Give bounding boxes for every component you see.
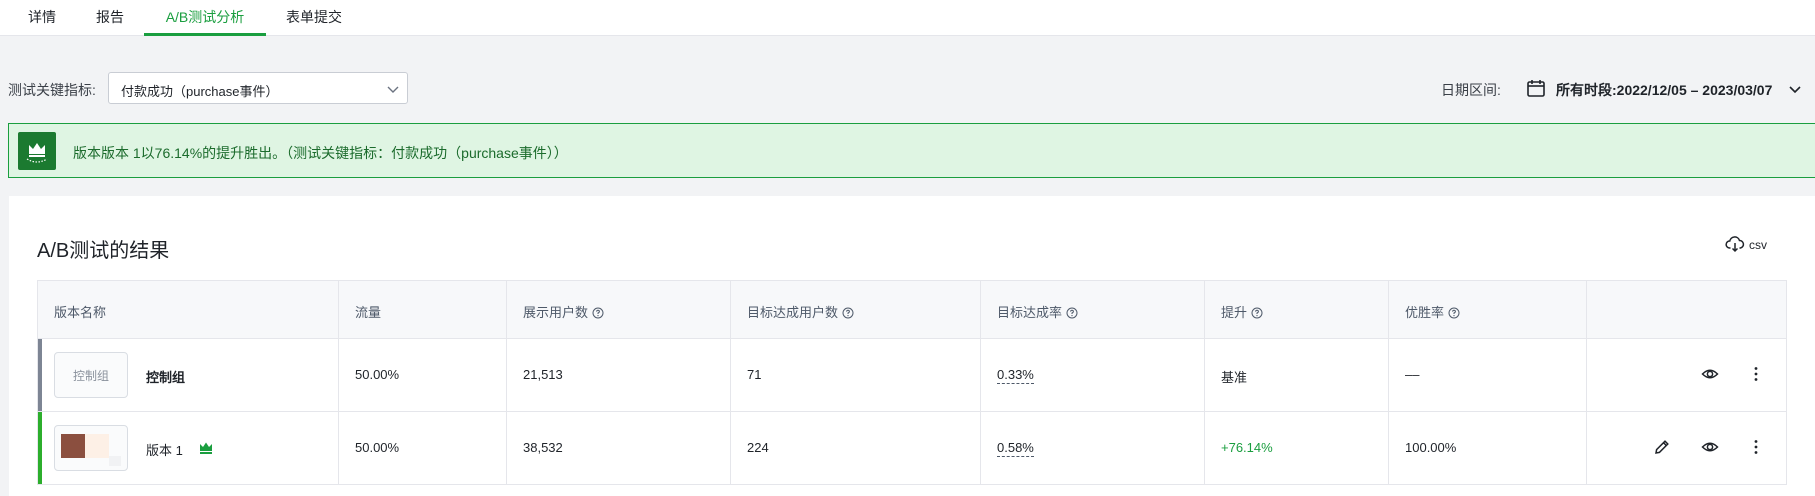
metric-select[interactable]: 付款成功（purchase事件） bbox=[108, 72, 408, 104]
win-rate-cell: 100.00% bbox=[1388, 412, 1586, 484]
column-header-exposed-users: 展示用户数 bbox=[506, 281, 730, 338]
results-title: A/B测试的结果 bbox=[37, 240, 170, 262]
column-header-goal-users: 目标达成用户数 bbox=[730, 281, 980, 338]
metric-select-value: 付款成功（purchase事件） bbox=[121, 84, 279, 99]
lift-cell: 基准 bbox=[1204, 339, 1388, 411]
winner-banner: 版本版本 1以76.14%的提升胜出。（测试关键指标：付款成功（purchase… bbox=[8, 123, 1815, 178]
date-range-value[interactable]: 所有时段:2022/12/05 – 2023/03/07 bbox=[1556, 80, 1772, 100]
table-row: 控制组 控制组 50.00% 21,513 71 0.33% 基准 –– bbox=[38, 339, 1786, 412]
tab-bar: 详情 报告 A/B测试分析 表单提交 bbox=[0, 0, 1815, 36]
goal-rate-cell: 0.33% bbox=[980, 339, 1204, 411]
actions-cell bbox=[1586, 412, 1788, 484]
version-name: 控制组 bbox=[146, 370, 186, 385]
traffic-cell: 50.00% bbox=[338, 412, 506, 484]
crown-badge bbox=[18, 132, 56, 170]
exposed-users-cell: 38,532 bbox=[506, 412, 730, 484]
more-vertical-icon[interactable] bbox=[1747, 438, 1765, 456]
goal-rate-cell: 0.58% bbox=[980, 412, 1204, 484]
eye-icon[interactable] bbox=[1701, 438, 1719, 456]
version-thumbnail[interactable]: 控制组 bbox=[54, 352, 128, 398]
eye-icon[interactable] bbox=[1701, 365, 1719, 383]
help-icon[interactable] bbox=[1066, 307, 1078, 319]
tab-report[interactable]: 报告 bbox=[80, 0, 140, 36]
help-icon[interactable] bbox=[1251, 307, 1263, 319]
column-header-lift: 提升 bbox=[1204, 281, 1388, 338]
version-name: 版本 1 bbox=[146, 443, 183, 458]
version-thumbnail[interactable] bbox=[54, 425, 128, 471]
win-rate-cell: –– bbox=[1388, 339, 1586, 411]
cloud-download-icon bbox=[1725, 236, 1745, 253]
results-card: A/B测试的结果 csv 版本名称 流量 展示用户数 目标达成用户数 目标达成率 bbox=[9, 196, 1815, 496]
crown-icon bbox=[200, 442, 212, 454]
help-icon[interactable] bbox=[842, 307, 854, 319]
filter-bar: 测试关键指标: 付款成功（purchase事件） 日期区间: 所有时段:2022… bbox=[0, 72, 1815, 106]
more-vertical-icon[interactable] bbox=[1747, 365, 1765, 383]
thumbnail-image-block bbox=[85, 434, 109, 458]
exposed-users-cell: 21,513 bbox=[506, 339, 730, 411]
help-icon[interactable] bbox=[592, 307, 604, 319]
column-header-traffic: 流量 bbox=[338, 281, 506, 338]
version-cell: 控制组 控制组 bbox=[38, 339, 338, 411]
crown-icon bbox=[26, 143, 48, 163]
calendar-icon[interactable] bbox=[1526, 78, 1546, 98]
version-cell: 版本 1 bbox=[38, 412, 338, 484]
edit-icon[interactable] bbox=[1653, 438, 1671, 456]
date-range-label: 日期区间: bbox=[1441, 82, 1501, 98]
thumbnail-image-block bbox=[61, 434, 85, 458]
table-header: 版本名称 流量 展示用户数 目标达成用户数 目标达成率 提升 优胜率 bbox=[38, 281, 1786, 339]
tab-form-submit[interactable]: 表单提交 bbox=[276, 0, 352, 36]
lift-cell: +76.14% bbox=[1204, 412, 1388, 484]
tab-ab-analysis[interactable]: A/B测试分析 bbox=[144, 0, 266, 36]
column-header-goal-rate: 目标达成率 bbox=[980, 281, 1204, 338]
goal-users-cell: 224 bbox=[730, 412, 980, 484]
csv-label: csv bbox=[1749, 238, 1767, 252]
traffic-cell: 50.00% bbox=[338, 339, 506, 411]
column-header-version: 版本名称 bbox=[54, 305, 107, 320]
winner-banner-text: 版本版本 1以76.14%的提升胜出。（测试关键指标：付款成功（purchase… bbox=[73, 145, 568, 161]
tab-details[interactable]: 详情 bbox=[14, 0, 70, 36]
thumbnail-image-block bbox=[109, 456, 121, 466]
actions-cell bbox=[1586, 339, 1788, 411]
goal-users-cell: 71 bbox=[730, 339, 980, 411]
results-table: 版本名称 流量 展示用户数 目标达成用户数 目标达成率 提升 优胜率 控制组 控… bbox=[37, 280, 1787, 485]
column-header-actions bbox=[1586, 281, 1788, 338]
metric-label: 测试关键指标: bbox=[8, 82, 96, 98]
column-header-win-rate: 优胜率 bbox=[1388, 281, 1586, 338]
table-row: 版本 1 50.00% 38,532 224 0.58% +76.14% 100… bbox=[38, 412, 1786, 484]
help-icon[interactable] bbox=[1448, 307, 1460, 319]
chevron-down-icon[interactable] bbox=[1788, 82, 1802, 96]
chevron-down-icon bbox=[387, 86, 399, 93]
